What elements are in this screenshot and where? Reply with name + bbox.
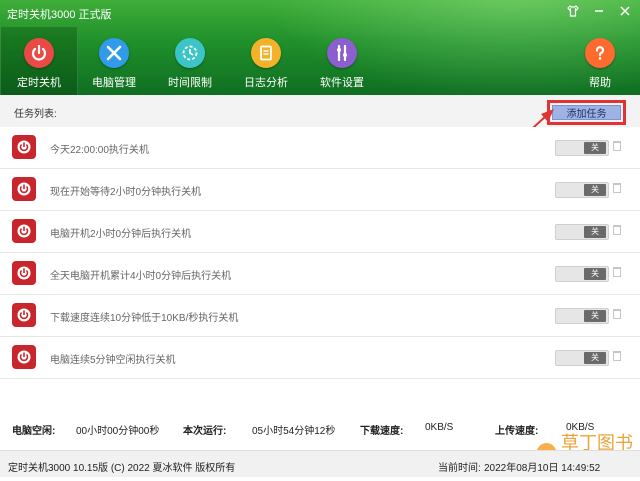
add-task-button[interactable]: 添加任务 xyxy=(552,105,621,120)
window-title: 定时关机3000 正式版 xyxy=(7,9,112,21)
task-toolbar: 任务列表: xyxy=(0,95,640,128)
power-icon xyxy=(12,261,36,285)
window-controls xyxy=(566,4,632,18)
task-toggle[interactable]: 关 xyxy=(555,224,609,240)
task-text: 下载速度连续10分钟低于10KB/秒执行关机 xyxy=(50,313,239,324)
footer: 定时关机3000 10.15版 (C) 2022 夏冰软件 版权所有 当前时间:… xyxy=(0,450,640,477)
trash-icon[interactable] xyxy=(613,267,621,277)
task-toggle[interactable]: 关 xyxy=(555,182,609,198)
toggle-state: 关 xyxy=(584,184,606,196)
power-icon xyxy=(12,303,36,327)
task-toggle[interactable]: 关 xyxy=(555,350,609,366)
power-icon xyxy=(24,38,54,68)
toggle-state: 关 xyxy=(584,310,606,322)
shirt-icon[interactable] xyxy=(566,4,580,18)
task-text: 电脑开机2小时0分钟后执行关机 xyxy=(50,229,192,240)
settings-icon xyxy=(327,38,357,68)
power-icon xyxy=(12,135,36,159)
download-label: 下载速度: xyxy=(360,426,404,437)
task-text: 电脑连续5分钟空闲执行关机 xyxy=(50,355,176,366)
nav-label: 定时关机 xyxy=(17,77,61,89)
nav-item-shutdown[interactable]: 定时关机 xyxy=(0,27,78,95)
nav-item-pc-manage[interactable]: 电脑管理 xyxy=(76,27,152,95)
nav-label: 时间限制 xyxy=(168,77,212,89)
download-value: 0KB/S xyxy=(425,422,454,433)
task-row[interactable]: 现在开始等待2小时0分钟执行关机 关 xyxy=(0,169,640,211)
version-text: 定时关机3000 10.15版 (C) 2022 夏冰软件 版权所有 xyxy=(8,463,236,474)
help-icon xyxy=(585,38,615,68)
toggle-state: 关 xyxy=(584,352,606,364)
power-icon xyxy=(12,345,36,369)
run-value: 05小时54分钟12秒 xyxy=(252,426,336,437)
document-icon xyxy=(251,38,281,68)
task-toggle[interactable]: 关 xyxy=(555,140,609,156)
header: 定时关机3000 正式版 定时关机 电脑管理 时间限制 日志分析 软件设置 帮助 xyxy=(0,0,640,95)
toggle-state: 关 xyxy=(584,268,606,280)
task-row[interactable]: 电脑连续5分钟空闲执行关机 关 xyxy=(0,337,640,379)
task-list-label: 任务列表: xyxy=(14,109,57,120)
task-row[interactable]: 下载速度连续10分钟低于10KB/秒执行关机 关 xyxy=(0,295,640,337)
upload-label: 上传速度: xyxy=(495,426,539,437)
trash-icon[interactable] xyxy=(613,183,621,193)
nav-item-log[interactable]: 日志分析 xyxy=(228,27,304,95)
toggle-state: 关 xyxy=(584,142,606,154)
task-row[interactable]: 今天22:00:00执行关机 关 xyxy=(0,127,640,169)
nav-label: 电脑管理 xyxy=(92,77,136,89)
time-label: 当前时间: xyxy=(438,463,481,474)
power-icon xyxy=(12,177,36,201)
task-text: 全天电脑开机累计4小时0分钟后执行关机 xyxy=(50,271,232,282)
task-row[interactable]: 电脑开机2小时0分钟后执行关机 关 xyxy=(0,211,640,253)
trash-icon[interactable] xyxy=(613,351,621,361)
trash-icon[interactable] xyxy=(613,225,621,235)
task-text: 现在开始等待2小时0分钟执行关机 xyxy=(50,187,202,198)
task-row[interactable]: 全天电脑开机累计4小时0分钟后执行关机 关 xyxy=(0,253,640,295)
trash-icon[interactable] xyxy=(613,309,621,319)
nav-item-time-limit[interactable]: 时间限制 xyxy=(152,27,228,95)
toggle-state: 关 xyxy=(584,226,606,238)
nav-label: 日志分析 xyxy=(244,77,288,89)
nav-item-settings[interactable]: 软件设置 xyxy=(304,27,380,95)
time-value: 2022年08月10日 14:49:52 xyxy=(484,463,601,474)
trash-icon[interactable] xyxy=(613,141,621,151)
nav-item-help[interactable]: 帮助 xyxy=(562,27,638,95)
task-toggle[interactable]: 关 xyxy=(555,266,609,282)
idle-label: 电脑空闲: xyxy=(12,426,56,437)
minimize-icon[interactable] xyxy=(592,4,606,18)
task-toggle[interactable]: 关 xyxy=(555,308,609,324)
main-nav: 定时关机 电脑管理 时间限制 日志分析 软件设置 帮助 xyxy=(0,27,640,95)
nav-label: 软件设置 xyxy=(320,77,364,89)
close-icon[interactable] xyxy=(618,4,632,18)
nav-label: 帮助 xyxy=(589,77,611,89)
task-list: 今天22:00:00执行关机 关 现在开始等待2小时0分钟执行关机 关 电脑开机… xyxy=(0,127,640,379)
task-text: 今天22:00:00执行关机 xyxy=(50,145,149,156)
run-label: 本次运行: xyxy=(183,426,227,437)
power-icon xyxy=(12,219,36,243)
timer-icon xyxy=(175,38,205,68)
tools-icon xyxy=(99,38,129,68)
idle-value: 00小时00分钟00秒 xyxy=(76,426,160,437)
add-task-highlight: 添加任务 xyxy=(547,100,626,125)
